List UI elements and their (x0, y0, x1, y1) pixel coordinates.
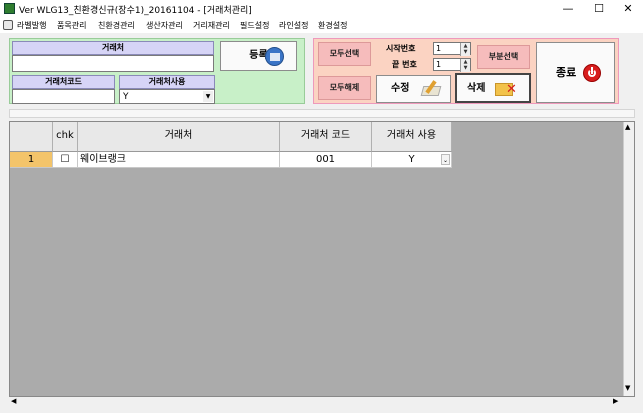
menu-item-management[interactable]: 품목관리 (57, 20, 86, 31)
row-client-use[interactable]: Y ⌄ (372, 152, 452, 168)
vertical-scrollbar[interactable]: ▲ ▼ (623, 122, 634, 396)
edit-button[interactable]: 수정 (376, 75, 451, 103)
end-number-input[interactable]: 1 ▲ ▼ (433, 58, 471, 72)
grid-corner-header[interactable] (10, 122, 53, 152)
start-number-label: 시작번호 (386, 44, 416, 53)
start-number-value: 1 (436, 44, 442, 53)
client-use-label: 거래처사용 (119, 75, 215, 89)
client-use-value: Y (123, 92, 129, 102)
close-button[interactable]: ✕ (613, 0, 643, 18)
menu-producer-management[interactable]: 생산자관리 (146, 20, 183, 31)
column-header-client[interactable]: 거래처 (78, 122, 280, 152)
maximize-button[interactable]: ☐ (584, 0, 614, 18)
horizontal-scrollbar[interactable]: ◀ ▶ (10, 397, 623, 408)
row-client-code[interactable]: 001 (280, 152, 372, 168)
scroll-right-icon[interactable]: ▶ (613, 397, 618, 405)
power-icon (583, 64, 601, 82)
partial-select-button[interactable]: 부분선택 (477, 45, 530, 69)
menu-line-settings[interactable]: 라인설정 (279, 20, 308, 31)
delete-folder-icon: ✕ (495, 80, 519, 98)
exit-button-label: 종료 (556, 66, 577, 79)
column-header-client-code[interactable]: 거래처 코드 (280, 122, 372, 152)
chevron-down-icon[interactable]: ▼ (203, 91, 213, 102)
column-header-client-use[interactable]: 거래처 사용 (372, 122, 452, 152)
system-menu-icon[interactable] (3, 20, 13, 30)
deselect-all-button[interactable]: 모두해제 (318, 76, 371, 100)
title-bar: Ver WLG13_친환경신규(장수1)_20161104 - [거래처관리] … (0, 0, 643, 18)
row-number[interactable]: 1 (10, 152, 53, 168)
end-number-label: 끝 번호 (392, 60, 417, 69)
client-use-select[interactable]: Y ▼ (119, 89, 215, 104)
menu-env-settings[interactable]: 환경설정 (318, 20, 347, 31)
edit-pencil-icon (420, 80, 443, 97)
register-button[interactable]: 등록 (220, 41, 297, 71)
client-code-input[interactable] (12, 89, 115, 104)
end-number-spinner[interactable]: ▲ ▼ (460, 59, 470, 72)
menu-field-settings[interactable]: 필드설정 (240, 20, 269, 31)
row-use-dropdown-icon[interactable]: ⌄ (441, 154, 450, 165)
row-client-use-value: Y (408, 154, 415, 165)
splitter-bar[interactable] (9, 109, 635, 118)
client-code-label: 거래처코드 (12, 75, 115, 89)
exit-button[interactable]: 종료 (536, 42, 615, 103)
menu-bar: 라벨발행 품목관리 친환경관리 생산자관리 거리재관리 필드설정 라인설정 환경… (0, 18, 643, 33)
start-number-input[interactable]: 1 ▲ ▼ (433, 42, 471, 56)
app-icon (4, 3, 15, 14)
row-client-name[interactable]: 웨이브랭크 (78, 152, 280, 168)
delete-button[interactable]: 삭제 ✕ (455, 73, 531, 103)
save-disk-icon (265, 47, 284, 66)
menu-eco-management[interactable]: 친환경관리 (98, 20, 135, 31)
select-all-button[interactable]: 모두선택 (318, 42, 371, 66)
scroll-left-icon[interactable]: ◀ (11, 397, 16, 405)
menu-label-print[interactable]: 라벨발행 (17, 20, 46, 31)
client-input[interactable] (12, 55, 214, 72)
column-header-chk[interactable]: chk (53, 122, 78, 152)
menu-material-management[interactable]: 거리재관리 (193, 20, 230, 31)
start-number-spinner[interactable]: ▲ ▼ (460, 43, 470, 56)
scroll-down-icon[interactable]: ▼ (625, 384, 630, 392)
end-number-value: 1 (436, 60, 442, 69)
scroll-up-icon[interactable]: ▲ (625, 123, 630, 131)
row-checkbox[interactable]: ☐ (53, 152, 78, 168)
minimize-button[interactable]: — (553, 0, 583, 18)
window-title: Ver WLG13_친환경신규(장수1)_20161104 - [거래처관리] (19, 6, 252, 16)
delete-button-label: 삭제 (467, 83, 486, 94)
edit-button-label: 수정 (391, 83, 410, 94)
client-label: 거래처 (12, 41, 214, 55)
